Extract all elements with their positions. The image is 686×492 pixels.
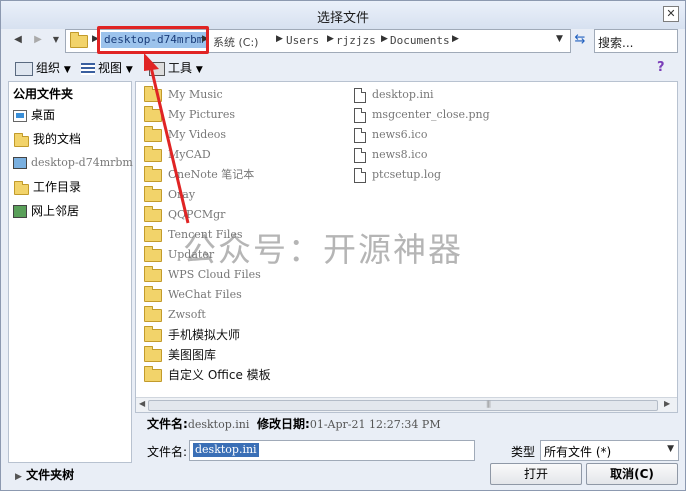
folder-tree-toggle[interactable]: ▶ 文件夹树 (15, 466, 74, 483)
type-value: 所有文件 (*) (544, 445, 612, 459)
info-name-value: desktop.ini (187, 418, 250, 431)
file-dialog: 选择文件 ✕ ◀ ▶ ▼ ▶ desktop-d74mrbm ▶ 系统 (C:)… (0, 0, 686, 491)
info-date-value: 01-Apr-21 12:27:34 PM (309, 418, 441, 431)
expand-icon: ▶ (15, 472, 22, 482)
cancel-button[interactable]: 取消(C) (586, 463, 678, 485)
type-label: 类型 (511, 445, 536, 459)
filename-input[interactable]: desktop.ini (189, 440, 475, 461)
file-info-row: 文件名:desktop.ini 修改日期:01-Apr-21 12:27:34 … (147, 415, 441, 433)
type-select[interactable]: 所有文件 (*) ▼ (540, 440, 679, 461)
info-date-label: 修改日期: (257, 417, 310, 431)
filename-value: desktop.ini (193, 443, 259, 457)
chevron-down-icon: ▼ (667, 444, 674, 454)
folder-tree-label: 文件夹树 (26, 468, 75, 482)
open-button[interactable]: 打开 (490, 463, 582, 485)
filename-label: 文件名: (147, 445, 188, 459)
info-name-label: 文件名: (147, 417, 188, 431)
